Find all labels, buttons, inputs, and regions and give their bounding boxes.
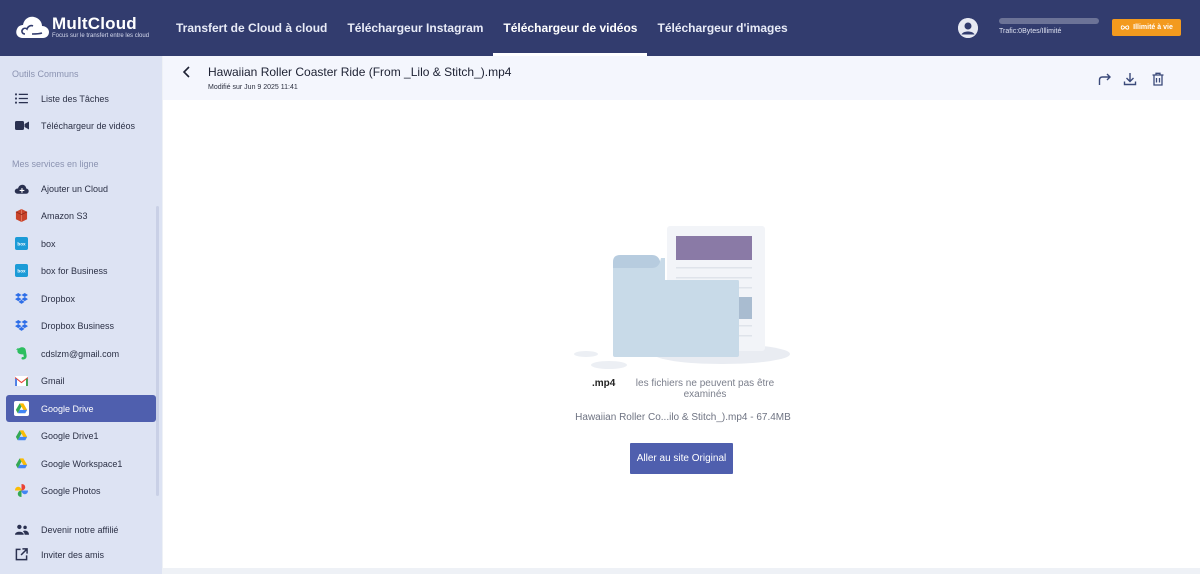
infinity-icon: [1120, 25, 1130, 30]
sidebar-item-label: box for Business: [41, 265, 108, 276]
list-icon: [14, 91, 29, 106]
svg-text:box: box: [17, 269, 26, 274]
sidebar-item-label: Google Drive1: [41, 430, 99, 441]
dropbox-icon: [14, 291, 29, 306]
google-drive-icon: [14, 401, 29, 416]
sidebar-item-dropbox-business[interactable]: Dropbox Business: [6, 312, 156, 339]
cloud-logo-icon: [16, 16, 49, 38]
sidebar-item-label: Google Workspace1: [41, 458, 123, 469]
upgrade-unlimited-button[interactable]: Illimité à vie: [1112, 19, 1181, 36]
box-icon: box: [14, 236, 29, 251]
traffic-progress-bar: [999, 18, 1099, 24]
sidebar-item-affiliate[interactable]: Devenir notre affilié: [6, 516, 156, 543]
sidebar-item-label: box: [41, 238, 56, 249]
sidebar-item-box-business[interactable]: box box for Business: [6, 257, 156, 284]
nav-cloud-transfer[interactable]: Transfert de Cloud à cloud: [166, 0, 337, 56]
sidebar-item-invite-friends[interactable]: Inviter des amis: [6, 541, 156, 568]
nav-video-downloader[interactable]: Téléchargeur de vidéos: [493, 0, 648, 56]
box-business-icon: box: [14, 263, 29, 278]
sidebar-item-google-drive[interactable]: Google Drive: [6, 395, 156, 422]
dropbox-business-icon: [14, 318, 29, 333]
section-common-tools: Outils Communs: [12, 69, 79, 79]
sidebar-item-label: cdslzm@gmail.com: [41, 348, 120, 359]
delete-icon[interactable]: [1151, 72, 1165, 86]
amazon-s3-icon: [14, 208, 29, 223]
logo[interactable]: MultCloud Focus sur le transfert entre l…: [14, 12, 164, 44]
sidebar: Outils Communs Liste des Tâches Téléchar…: [0, 56, 162, 574]
share-out-icon: [14, 547, 29, 562]
sidebar-item-task-list[interactable]: Liste des Tâches: [6, 85, 156, 112]
sidebar-item-amazon-s3[interactable]: Amazon S3: [6, 202, 156, 229]
main-nav: Transfert de Cloud à cloud Téléchargeur …: [166, 0, 798, 56]
sidebar-item-label: Inviter des amis: [41, 549, 105, 560]
sidebar-item-label: Dropbox Business: [41, 320, 115, 331]
top-navbar: MultCloud Focus sur le transfert entre l…: [0, 0, 1200, 56]
sidebar-item-box[interactable]: box box: [6, 230, 156, 257]
evernote-icon: [14, 346, 29, 361]
back-arrow-icon[interactable]: [180, 65, 194, 79]
nav-instagram-downloader[interactable]: Téléchargeur Instagram: [337, 0, 493, 56]
nav-image-downloader[interactable]: Téléchargeur d'images: [647, 0, 797, 56]
sidebar-item-label: Google Drive: [41, 403, 94, 414]
file-modified-date: Modifié sur Jun 9 2025 11:41: [208, 84, 298, 91]
sidebar-item-label: Gmail: [41, 375, 65, 386]
sidebar-item-google-drive1[interactable]: Google Drive1: [6, 422, 156, 449]
file-title: Hawaiian Roller Coaster Ride (From _Lilo…: [208, 65, 512, 79]
google-drive-icon: [14, 428, 29, 443]
section-online-services: Mes services en ligne: [12, 159, 99, 169]
sidebar-item-google-workspace1[interactable]: Google Workspace1: [6, 450, 156, 477]
sidebar-item-add-cloud[interactable]: Ajouter un Cloud: [6, 175, 156, 202]
sidebar-item-label: Liste des Tâches: [41, 93, 109, 104]
google-photos-icon: [14, 483, 29, 498]
download-icon[interactable]: [1123, 72, 1137, 86]
sidebar-item-evernote-account[interactable]: cdslzm@gmail.com: [6, 340, 156, 367]
no-preview-message: .mp4 les fichiers ne peuvent pas être ex…: [566, 376, 806, 406]
google-drive-icon: [14, 456, 29, 471]
bottom-strip: [163, 568, 1200, 574]
video-camera-icon: [14, 118, 29, 133]
user-avatar-icon[interactable]: [958, 18, 978, 38]
app-tagline: Focus sur le transfert entre les cloud: [52, 33, 150, 39]
sidebar-item-google-photos[interactable]: Google Photos: [6, 477, 156, 504]
gmail-icon: [14, 373, 29, 388]
file-preview-panel: Hawaiian Roller Coaster Ride (From _Lilo…: [163, 56, 1200, 568]
file-header: Hawaiian Roller Coaster Ride (From _Lilo…: [163, 56, 1200, 100]
sidebar-scrollbar[interactable]: [156, 206, 159, 496]
sidebar-item-gmail[interactable]: Gmail: [6, 367, 156, 394]
share-icon[interactable]: [1098, 72, 1112, 86]
sidebar-item-label: Dropbox: [41, 293, 76, 304]
sidebar-item-label: Téléchargeur de vidéos: [41, 120, 136, 131]
sidebar-item-label: Amazon S3: [41, 210, 88, 221]
file-name-size: Hawaiian Roller Co...ilo & Stitch_).mp4 …: [575, 412, 791, 423]
sidebar-item-label: Google Photos: [41, 485, 101, 496]
svg-text:box: box: [17, 242, 26, 247]
preview-unavailable-text: les fichiers ne peuvent pas être examiné…: [635, 378, 775, 400]
cloud-add-icon: [14, 181, 29, 196]
sidebar-item-dropbox[interactable]: Dropbox: [6, 285, 156, 312]
people-icon: [14, 522, 29, 537]
sidebar-item-label: Devenir notre affilié: [41, 524, 119, 535]
open-original-site-button[interactable]: Aller au site Original: [630, 443, 733, 474]
traffic-text: Trafic:0Bytes/Illimité: [999, 28, 1062, 35]
no-preview-illustration: [574, 226, 790, 369]
sidebar-item-video-downloader[interactable]: Téléchargeur de vidéos: [6, 112, 156, 139]
upgrade-label: Illimité à vie: [1133, 24, 1173, 31]
sidebar-item-label: Ajouter un Cloud: [41, 183, 109, 194]
app-name: MultCloud: [52, 14, 137, 33]
file-extension: .mp4: [592, 378, 616, 389]
